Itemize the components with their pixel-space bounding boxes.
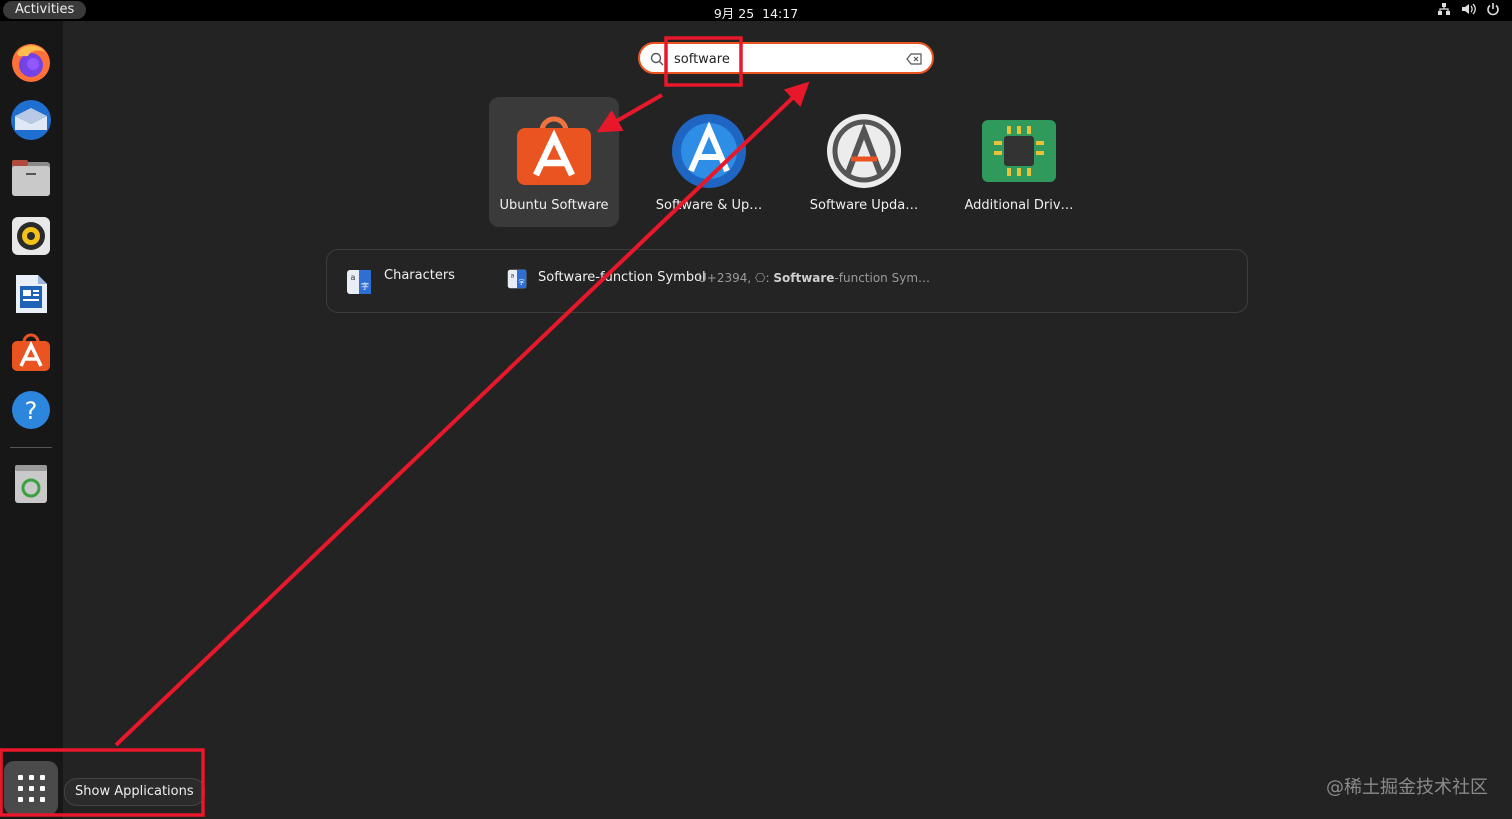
dock-item-ubuntu-software[interactable] — [9, 330, 53, 374]
top-bar: Activities 9月 25 14:17 — [0, 0, 1512, 21]
characters-icon: a 字 — [507, 269, 527, 289]
svg-text:?: ? — [25, 397, 38, 425]
svg-text:字: 字 — [361, 281, 369, 291]
rhythmbox-icon — [12, 217, 50, 255]
provider-name: Characters — [384, 268, 455, 283]
software-updates-icon — [672, 114, 746, 188]
grid-icon — [18, 775, 45, 802]
additional-drivers-icon — [982, 120, 1056, 182]
svg-text:a: a — [511, 272, 515, 279]
app-result-software-updates[interactable]: Software & Up… — [644, 97, 774, 227]
search-provider-characters: a 字 Characters a 字 Software-function Sym… — [326, 249, 1248, 313]
character-result-title[interactable]: Software-function Symbol — [538, 270, 706, 285]
character-result-match: Software — [773, 271, 835, 285]
app-result-ubuntu-software[interactable]: Ubuntu Software — [489, 97, 619, 227]
software-updater-icon — [827, 114, 901, 188]
character-result-code: U+2394, ⎔: — [698, 271, 774, 285]
watermark: @稀土掘金技术社区 — [1326, 777, 1488, 798]
dock-item-writer[interactable] — [9, 272, 53, 316]
show-applications-button[interactable] — [4, 761, 58, 815]
dock-item-trash[interactable] — [9, 462, 53, 506]
thunderbird-icon — [11, 100, 51, 140]
system-tray[interactable] — [1437, 2, 1500, 16]
clock-time: 14:17 — [762, 6, 799, 21]
app-result-label: Ubuntu Software — [499, 198, 609, 213]
ubuntu-software-icon — [517, 116, 591, 185]
clock[interactable]: 9月 25 14:17 — [0, 3, 1512, 22]
app-result-additional-drivers[interactable]: Additional Driv… — [954, 97, 1084, 227]
dock-item-thunderbird[interactable] — [9, 98, 53, 142]
help-icon: ? — [12, 391, 50, 429]
search-input[interactable] — [674, 48, 894, 70]
dock-item-rhythmbox[interactable] — [9, 214, 53, 258]
ubuntu-software-icon — [12, 333, 50, 371]
search-box[interactable] — [638, 42, 934, 74]
dock-separator — [10, 447, 52, 448]
power-icon — [1487, 3, 1499, 16]
firefox-icon — [12, 44, 50, 82]
show-applications-tooltip: Show Applications — [64, 778, 205, 806]
app-result-software-updater[interactable]: Software Upda… — [799, 97, 929, 227]
app-result-label: Software Upda… — [809, 198, 919, 213]
app-result-label: Additional Driv… — [964, 198, 1074, 213]
dock-item-help[interactable]: ? — [9, 388, 53, 432]
network-icon — [1438, 3, 1450, 15]
volume-icon — [1462, 3, 1476, 15]
search-icon — [650, 52, 664, 66]
dock: ? — [0, 21, 63, 819]
files-icon — [12, 160, 50, 196]
clock-date: 9月 25 — [713, 6, 755, 21]
dock-item-firefox[interactable] — [9, 40, 53, 84]
clear-icon[interactable] — [906, 53, 922, 65]
characters-icon: a 字 — [347, 270, 371, 294]
app-result-label: Software & Up… — [655, 198, 763, 213]
svg-text:a: a — [351, 273, 356, 282]
character-result-description: U+2394, ⎔: Software-function Sym… — [698, 271, 930, 285]
trash-icon — [15, 465, 47, 503]
character-result-rest: -function Sym… — [834, 271, 931, 285]
writer-icon — [16, 275, 47, 313]
svg-text:字: 字 — [519, 278, 525, 286]
dock-item-files[interactable] — [9, 156, 53, 200]
